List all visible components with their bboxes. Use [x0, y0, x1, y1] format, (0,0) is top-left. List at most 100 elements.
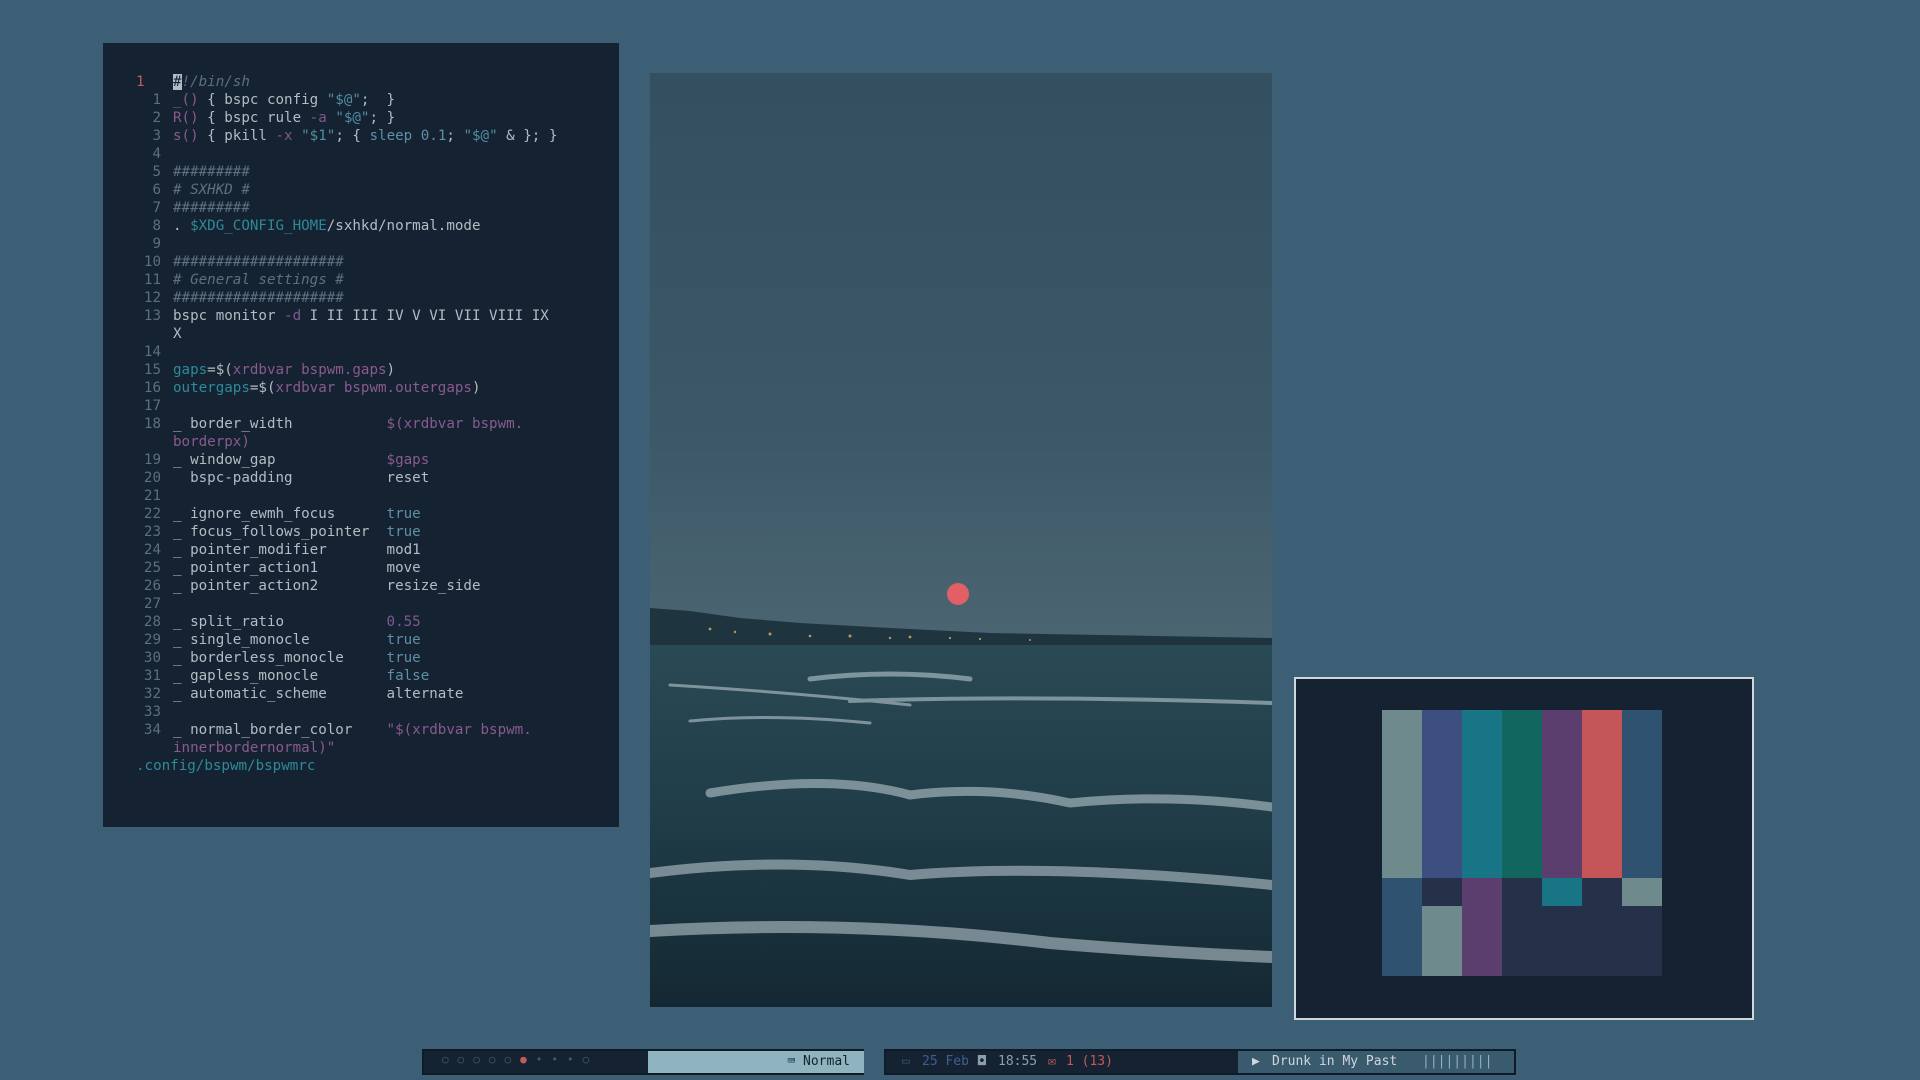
editor-line: 8 . $XDG_CONFIG_HOME/sxhkd/normal.mode — [103, 217, 619, 235]
mail-icon: ✉ — [1048, 1054, 1056, 1069]
editor-line: 17 — [103, 397, 619, 415]
editor-line: 13 bspc monitor -d I II III IV V VI VII V… — [103, 307, 619, 325]
color-swatch — [1422, 906, 1462, 976]
editor-line: 7 ######### — [103, 199, 619, 217]
editor-line: 5 ######### — [103, 163, 619, 181]
color-swatch-grid — [1382, 710, 1662, 976]
color-swatch — [1502, 906, 1542, 976]
editor-line: 31 _ gapless_monocle false — [103, 667, 619, 685]
workspace-indicator[interactable]: ○ — [458, 1053, 474, 1066]
line-number: 12 — [143, 290, 161, 306]
line-number: 20 — [143, 470, 161, 486]
editor-line: 22 _ ignore_ewmh_focus true — [103, 505, 619, 523]
line-code: _ automatic_scheme alternate — [173, 686, 464, 702]
line-code: _ split_ratio 0.55 — [173, 614, 421, 630]
line-code: #################### — [173, 290, 344, 306]
editor-line: 30 _ borderless_monocle true — [103, 649, 619, 667]
editor-line: 33 — [103, 703, 619, 721]
track-title: Drunk in My Past — [1272, 1054, 1398, 1069]
workspace-indicator[interactable]: • — [567, 1053, 583, 1066]
color-palette-window[interactable] — [1294, 677, 1754, 1020]
line-number: 11 — [143, 272, 161, 288]
workspace-indicator[interactable]: • — [536, 1053, 552, 1066]
line-number: 13 — [143, 308, 161, 324]
color-swatch — [1542, 906, 1582, 976]
clock-icon: ◘ — [978, 1054, 986, 1069]
line-number: 27 — [143, 596, 161, 612]
editor-line: 1 #!/bin/sh — [103, 73, 619, 91]
mail-count: 1 (13) — [1066, 1054, 1113, 1069]
color-swatch — [1622, 906, 1662, 976]
color-swatch — [1622, 878, 1662, 906]
workspace-indicator[interactable]: ○ — [583, 1053, 599, 1066]
workspace-indicator[interactable]: ○ — [442, 1053, 458, 1066]
line-number: 32 — [143, 686, 161, 702]
workspace-indicator[interactable]: ○ — [473, 1053, 489, 1066]
file-path: .config/bspwm/bspwmrc — [136, 758, 316, 774]
workspace-indicator[interactable]: ○ — [489, 1053, 505, 1066]
editor-line: 20 bspc-padding reset — [103, 469, 619, 487]
play-icon[interactable]: ▶ — [1252, 1051, 1260, 1073]
image-viewer-window[interactable] — [650, 73, 1272, 1007]
editor-line: 32 _ automatic_scheme alternate — [103, 685, 619, 703]
line-code: _ ignore_ewmh_focus true — [173, 506, 421, 522]
line-number: 26 — [143, 578, 161, 594]
music-player[interactable]: ▶ Drunk in My Past ||||||||| — [1238, 1051, 1514, 1073]
editor-lines: 1 _() { bspc config "$@"; } 2 R() { bspc ru… — [103, 91, 619, 757]
line-code: # SXHKD # — [173, 182, 250, 198]
line-code: _ normal_border_color "$(xrdbvar bspwm. — [173, 722, 532, 738]
line-number: 1 — [152, 92, 161, 108]
workspace-indicator[interactable]: ● — [520, 1053, 536, 1066]
line-number: 3 — [152, 128, 161, 144]
volume-meter[interactable]: ||||||||| — [1422, 1051, 1492, 1073]
mode-indicator: ⌨ Normal — [648, 1051, 864, 1073]
line-number: 19 — [143, 452, 161, 468]
workspace-indicators[interactable]: ○○○○○●•••○ — [442, 1053, 598, 1066]
line-number: 2 — [152, 110, 161, 126]
shebang-line: #!/bin/sh — [173, 74, 250, 90]
line-code: X — [173, 326, 182, 342]
line-code: _ borderless_monocle true — [173, 650, 421, 666]
color-swatch — [1582, 710, 1622, 878]
editor-line: 3 s() { pkill -x "$1"; { sleep 0.1; "$@" … — [103, 127, 619, 145]
editor-line: 10 #################### — [103, 253, 619, 271]
line-number: 28 — [143, 614, 161, 630]
seascape-image — [650, 583, 1272, 1007]
color-swatch — [1382, 710, 1422, 878]
line-number: 17 — [143, 398, 161, 414]
line-code: ######### — [173, 200, 250, 216]
color-swatch — [1462, 710, 1502, 878]
editor-line: 29 _ single_monocle true — [103, 631, 619, 649]
editor-line: 18 _ border_width $(xrdbvar bspwm. — [103, 415, 619, 433]
editor-window[interactable]: 1 #!/bin/sh 1 _() { bspc config "$@"; } 2 R… — [103, 43, 619, 827]
editor-line: 34 _ normal_border_color "$(xrdbvar bspwm… — [103, 721, 619, 739]
current-line-number: 1 — [136, 74, 145, 90]
color-swatch — [1582, 878, 1622, 906]
date-text: 25 Feb — [922, 1054, 969, 1069]
line-number: 18 — [143, 416, 161, 432]
workspace-indicator[interactable]: ○ — [505, 1053, 521, 1066]
keyboard-icon: ⌨ — [787, 1054, 804, 1069]
color-swatch — [1622, 710, 1662, 878]
color-swatch — [1382, 878, 1422, 906]
editor-line: 21 — [103, 487, 619, 505]
editor-line: 19 _ window_gap $gaps — [103, 451, 619, 469]
line-code: gaps=$(xrdbvar bspwm.gaps) — [173, 362, 396, 378]
line-code: bspc monitor -d I II III IV V VI VII VII… — [173, 308, 549, 324]
editor-line: 24 _ pointer_modifier mod1 — [103, 541, 619, 559]
editor-line: 4 — [103, 145, 619, 163]
line-number: 16 — [143, 380, 161, 396]
workspace-indicator[interactable]: • — [551, 1053, 567, 1066]
color-swatch — [1582, 906, 1622, 976]
line-number: 15 — [143, 362, 161, 378]
line-code: . $XDG_CONFIG_HOME/sxhkd/normal.mode — [173, 218, 481, 234]
line-code: _ gapless_monocle false — [173, 668, 430, 684]
editor-line: borderpx) — [103, 433, 619, 451]
line-code: _ single_monocle true — [173, 632, 421, 648]
line-code: _ border_width $(xrdbvar bspwm. — [173, 416, 524, 432]
